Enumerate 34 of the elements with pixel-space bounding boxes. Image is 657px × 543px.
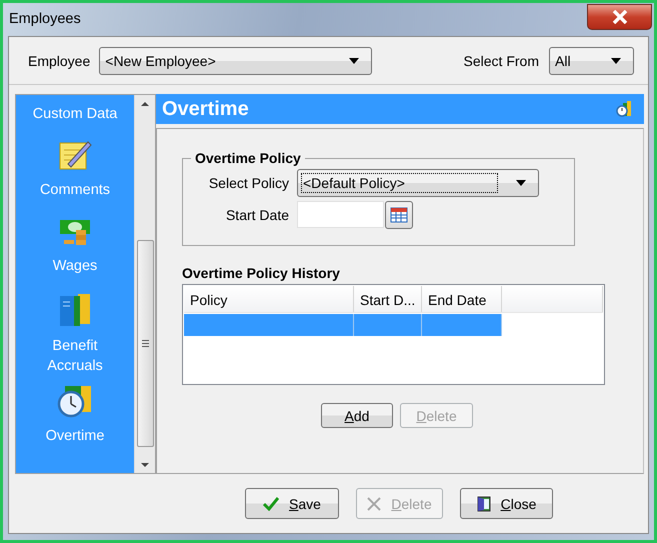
scroll-thumb[interactable] [136, 240, 154, 447]
add-button[interactable]: Add [321, 403, 393, 428]
caret-icon [516, 180, 526, 186]
save-button[interactable]: Save [245, 488, 339, 519]
panel-title: Overtime [162, 98, 249, 120]
binders-icon [58, 292, 92, 328]
date-field[interactable] [297, 201, 384, 228]
field-label: Select Policy [208, 174, 289, 190]
scrollbar[interactable] [134, 95, 155, 473]
column-header[interactable]: Start D... [354, 286, 422, 312]
close-icon [610, 10, 628, 24]
caret-icon [611, 58, 621, 64]
field-label: Select From [464, 52, 539, 68]
calendar-button[interactable] [385, 200, 413, 228]
column-header[interactable]: Policy [184, 286, 354, 312]
clock-binders-icon [57, 384, 93, 418]
field-label: Employee [28, 52, 90, 68]
check-icon [263, 496, 280, 510]
calendar-icon [390, 206, 408, 222]
select-from-dropdown[interactable]: All [549, 46, 634, 74]
close-button[interactable]: Close [460, 488, 553, 519]
close-button[interactable] [587, 4, 652, 30]
column-header[interactable]: End Date [422, 286, 502, 312]
caret-icon [349, 58, 360, 64]
field-label: Start Date [224, 206, 289, 222]
group-title: Overtime Policy [194, 150, 302, 166]
employee-dropdown[interactable]: <New Employee> [99, 46, 372, 74]
clock-binders-icon [616, 100, 632, 118]
window-title: Employees [9, 11, 81, 27]
door-icon [476, 496, 491, 512]
money-coins-icon [58, 218, 92, 248]
policy-dropdown[interactable]: <Default Policy> [297, 168, 539, 196]
cross-icon [367, 496, 382, 510]
section-title: Overtime Policy History [182, 265, 340, 281]
